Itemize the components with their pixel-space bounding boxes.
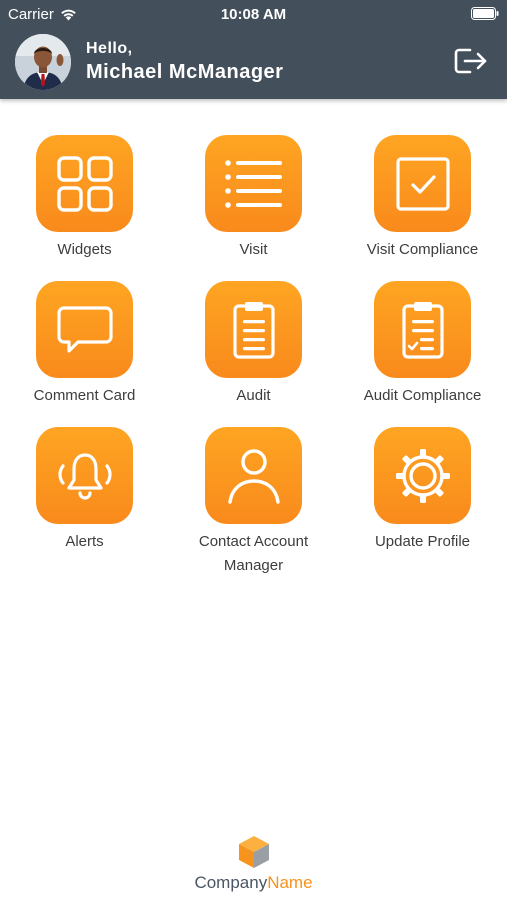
company-name-suffix: Name [267, 873, 313, 892]
tile-label: Visit Compliance [366, 241, 479, 258]
tile-label: Audit Compliance [363, 387, 482, 404]
cube-logo-icon [238, 836, 269, 868]
tile-visit[interactable]: Visit [169, 135, 338, 262]
tile-update-profile[interactable]: Update Profile [338, 427, 507, 554]
widgets-grid-icon [56, 155, 113, 212]
tile-visit-icon-box[interactable] [205, 135, 302, 232]
tile-contact-account-manager-icon-box[interactable] [205, 427, 302, 524]
tile-comment-card-icon-box[interactable] [36, 281, 133, 378]
tile-visit-compliance[interactable]: Visit Compliance [338, 135, 507, 262]
list-icon [224, 159, 282, 208]
status-bar: Carrier 10:08 AM [0, 0, 507, 28]
status-time: 10:08 AM [220, 6, 287, 23]
logout-button[interactable] [453, 44, 489, 78]
app-header: Carrier 10:08 AM Hello, Michael McManage… [0, 0, 507, 99]
tile-widgets[interactable]: Widgets [0, 135, 169, 262]
tile-visit-compliance-icon-box[interactable] [374, 135, 471, 232]
tile-label: Contact Account Manager [198, 533, 309, 574]
tile-audit[interactable]: Audit [169, 281, 338, 408]
gear-icon [395, 448, 450, 503]
tile-audit-icon-box[interactable] [205, 281, 302, 378]
tile-audit-compliance-icon-box[interactable] [374, 281, 471, 378]
user-avatar[interactable] [15, 34, 71, 90]
clipboard-check-icon [401, 301, 444, 359]
tile-alerts[interactable]: Alerts [0, 427, 169, 554]
home-screen: Carrier 10:08 AM Hello, Michael McManage… [0, 0, 507, 900]
battery-icon [471, 7, 499, 20]
tile-update-profile-icon-box[interactable] [374, 427, 471, 524]
tile-label: Widgets [57, 241, 112, 258]
tile-contact-account-manager[interactable]: Contact Account Manager [169, 427, 338, 578]
tile-label: Update Profile [374, 533, 471, 550]
tile-alerts-icon-box[interactable] [36, 427, 133, 524]
tile-label: Audit [236, 387, 271, 404]
tile-label: Alerts [65, 533, 104, 550]
person-icon [227, 448, 280, 504]
logout-icon [454, 48, 487, 74]
company-name: CompanyName [0, 873, 507, 893]
company-brand: CompanyName [0, 835, 507, 893]
avatar-photo [15, 34, 71, 90]
tile-widgets-icon-box[interactable] [36, 135, 133, 232]
company-name-primary: Company [194, 873, 268, 892]
tile-comment-card[interactable]: Comment Card [0, 281, 169, 408]
checkbox-icon [395, 156, 450, 211]
user-name: Michael McManager [86, 61, 284, 83]
tile-audit-compliance[interactable]: Audit Compliance [338, 281, 507, 408]
greeting-label: Hello, [86, 40, 133, 57]
clipboard-icon [232, 301, 275, 359]
tile-label: Visit [239, 241, 268, 258]
bell-icon [57, 452, 112, 500]
comment-icon [56, 305, 113, 353]
tile-label: Comment Card [33, 387, 136, 404]
